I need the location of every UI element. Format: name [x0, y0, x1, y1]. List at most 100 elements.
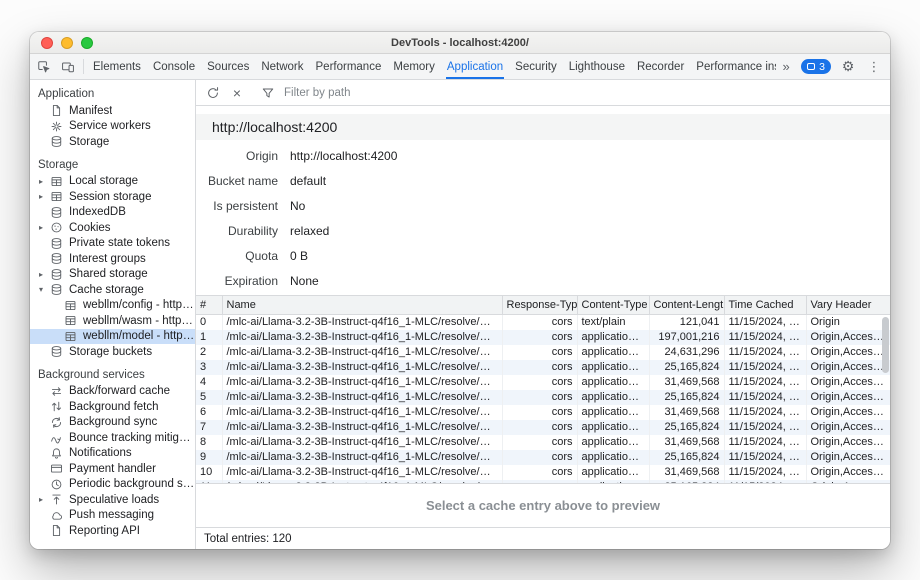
issues-counter-badge[interactable]: 3	[801, 59, 831, 74]
tab-application[interactable]: Application	[441, 54, 509, 79]
tab-label: Sources	[207, 61, 249, 73]
sidebar-item-webllm-wasm-http-loca[interactable]: webllm/wasm - http://loca…	[30, 313, 195, 329]
cell-content-length: 25,165,824	[649, 360, 724, 375]
sidebar-item-shared-storage[interactable]: ▸ Shared storage	[30, 267, 195, 283]
column-header-time-cached[interactable]: Time Cached	[724, 296, 806, 314]
sidebar-section-title: Application	[30, 85, 195, 103]
minimize-window-button[interactable]	[61, 37, 73, 49]
sidebar-item-storage-buckets[interactable]: Storage buckets	[30, 344, 195, 360]
cell-content-type: application/oc…	[577, 345, 649, 360]
cell-content-type: application/oc…	[577, 390, 649, 405]
tab-sources[interactable]: Sources	[201, 54, 255, 79]
cache-entry-row[interactable]: 4/mlc-ai/Llama-3.2-3B-Instruct-q4f16_1-M…	[196, 375, 890, 390]
sidebar-item-manifest[interactable]: Manifest	[30, 103, 195, 119]
cache-entry-row[interactable]: 2/mlc-ai/Llama-3.2-3B-Instruct-q4f16_1-M…	[196, 345, 890, 360]
column-header-content-length[interactable]: Content-Length	[649, 296, 724, 314]
more-tabs-button[interactable]: »	[776, 59, 796, 74]
sidebar-item-speculative-loads[interactable]: ▸Speculative loads	[30, 492, 195, 508]
sidebar-item-session-storage[interactable]: ▸Session storage	[30, 189, 195, 205]
sidebar-item-label: Private state tokens	[69, 237, 170, 249]
sidebar-item-background-sync[interactable]: Background sync	[30, 415, 195, 431]
tab-memory[interactable]: Memory	[387, 54, 441, 79]
sidebar-item-push-messaging[interactable]: Push messaging	[30, 508, 195, 524]
column-header-content-type[interactable]: Content-Type	[577, 296, 649, 314]
sidebar-item-label: Shared storage	[69, 268, 148, 280]
sidebar-item-periodic-background-sync[interactable]: Periodic background sync	[30, 477, 195, 493]
refresh-icon[interactable]	[201, 86, 225, 100]
sidebar-item-label: Storage	[69, 136, 109, 148]
cache-entry-row[interactable]: 5/mlc-ai/Llama-3.2-3B-Instruct-q4f16_1-M…	[196, 390, 890, 405]
sidebar-item-webllm-config-http-loc[interactable]: webllm/config - http://loc…	[30, 298, 195, 314]
sidebar-item-back-forward-cache[interactable]: Back/forward cache	[30, 384, 195, 400]
chevron-right-icon[interactable]: ▸	[39, 177, 50, 186]
cell-response-type: cors	[502, 330, 577, 345]
cell-index: 4	[196, 375, 222, 390]
sidebar-item-notifications[interactable]: Notifications	[30, 446, 195, 462]
settings-gear-icon[interactable]: ⚙	[836, 58, 860, 75]
sidebar-item-storage[interactable]: Storage	[30, 134, 195, 150]
sidebar-item-cookies[interactable]: ▸Cookies	[30, 220, 195, 236]
column-header-name[interactable]: Name	[222, 296, 502, 314]
sidebar-item-bounce-tracking-mitigations[interactable]: Bounce tracking mitigations	[30, 430, 195, 446]
sidebar-item-background-fetch[interactable]: Background fetch	[30, 399, 195, 415]
cache-entry-row[interactable]: 11/mlc-ai/Llama-3.2-3B-Instruct-q4f16_1-…	[196, 480, 890, 485]
background-fetch-icon	[50, 400, 64, 413]
tab-console[interactable]: Console	[147, 54, 201, 79]
kebab-menu-icon[interactable]: ⋮	[862, 59, 886, 75]
cell-time-cached: 11/15/2024, 10…	[724, 435, 806, 450]
cache-entry-row[interactable]: 7/mlc-ai/Llama-3.2-3B-Instruct-q4f16_1-M…	[196, 420, 890, 435]
cache-entry-row[interactable]: 9/mlc-ai/Llama-3.2-3B-Instruct-q4f16_1-M…	[196, 450, 890, 465]
sidebar-item-webllm-model-http-loc[interactable]: webllm/model - http://loc…	[30, 329, 195, 345]
sidebar-item-private-state-tokens[interactable]: Private state tokens	[30, 236, 195, 252]
tab-security[interactable]: Security	[509, 54, 563, 79]
tab-lighthouse[interactable]: Lighthouse	[563, 54, 631, 79]
tab-network[interactable]: Network	[255, 54, 309, 79]
chevron-right-icon[interactable]: ▸	[39, 270, 50, 279]
chevron-right-icon[interactable]: ▸	[39, 223, 50, 232]
column-header-vary-header[interactable]: Vary Header	[806, 296, 890, 314]
inspect-icon[interactable]	[32, 54, 56, 79]
storage-icon	[50, 135, 64, 148]
sidebar-item-service-workers[interactable]: Service workers	[30, 119, 195, 135]
cell-index: 11	[196, 480, 222, 485]
tab-label: Recorder	[637, 61, 684, 73]
tab-performance-insights[interactable]: Performance insights	[690, 54, 776, 79]
zoom-window-button[interactable]	[81, 37, 93, 49]
tab-elements[interactable]: Elements	[87, 54, 147, 79]
device-toolbar-icon[interactable]	[56, 54, 80, 79]
speculative-loads-icon	[50, 493, 64, 506]
column-header-index[interactable]: #	[196, 296, 222, 314]
tab-label: Performance	[316, 61, 382, 73]
sidebar-item-payment-handler[interactable]: Payment handler	[30, 461, 195, 477]
sidebar-item-interest-groups[interactable]: Interest groups	[30, 251, 195, 267]
sidebar-item-local-storage[interactable]: ▸Local storage	[30, 174, 195, 190]
cell-content-type: application/oc…	[577, 435, 649, 450]
bounce-tracking-icon	[50, 431, 64, 444]
sidebar-item-indexeddb[interactable]: IndexedDB	[30, 205, 195, 221]
filter-by-path-input[interactable]	[284, 87, 414, 99]
cell-time-cached: 11/15/2024, 10…	[724, 360, 806, 375]
scrollbar-thumb[interactable]	[882, 317, 889, 373]
cell-name: /mlc-ai/Llama-3.2-3B-Instruct-q4f16_1-ML…	[222, 375, 502, 390]
cache-entry-row[interactable]: 10/mlc-ai/Llama-3.2-3B-Instruct-q4f16_1-…	[196, 465, 890, 480]
sidebar-item-label: Manifest	[69, 105, 112, 117]
sidebar-item-reporting-api[interactable]: Reporting API	[30, 523, 195, 539]
chevron-right-icon[interactable]: ▸	[39, 192, 50, 201]
tab-recorder[interactable]: Recorder	[631, 54, 690, 79]
toolbar-divider	[83, 59, 84, 74]
cell-name: /mlc-ai/Llama-3.2-3B-Instruct-q4f16_1-ML…	[222, 360, 502, 375]
close-window-button[interactable]	[41, 37, 53, 49]
cache-entry-row[interactable]: 0/mlc-ai/Llama-3.2-3B-Instruct-q4f16_1-M…	[196, 314, 890, 330]
chevron-down-icon[interactable]: ▾	[39, 285, 50, 294]
cache-entry-row[interactable]: 6/mlc-ai/Llama-3.2-3B-Instruct-q4f16_1-M…	[196, 405, 890, 420]
cache-entry-row[interactable]: 8/mlc-ai/Llama-3.2-3B-Instruct-q4f16_1-M…	[196, 435, 890, 450]
delete-selected-icon[interactable]: ×	[225, 85, 249, 101]
vertical-scrollbar[interactable]	[880, 315, 890, 483]
cache-entries-table: #NameResponse-TypeContent-TypeContent-Le…	[196, 295, 890, 484]
sidebar-item-cache-storage[interactable]: ▾Cache storage	[30, 282, 195, 298]
cache-entry-row[interactable]: 1/mlc-ai/Llama-3.2-3B-Instruct-q4f16_1-M…	[196, 330, 890, 345]
cache-entry-row[interactable]: 3/mlc-ai/Llama-3.2-3B-Instruct-q4f16_1-M…	[196, 360, 890, 375]
column-header-response-type[interactable]: Response-Type	[502, 296, 577, 314]
chevron-right-icon[interactable]: ▸	[39, 495, 50, 504]
tab-performance[interactable]: Performance	[310, 54, 388, 79]
